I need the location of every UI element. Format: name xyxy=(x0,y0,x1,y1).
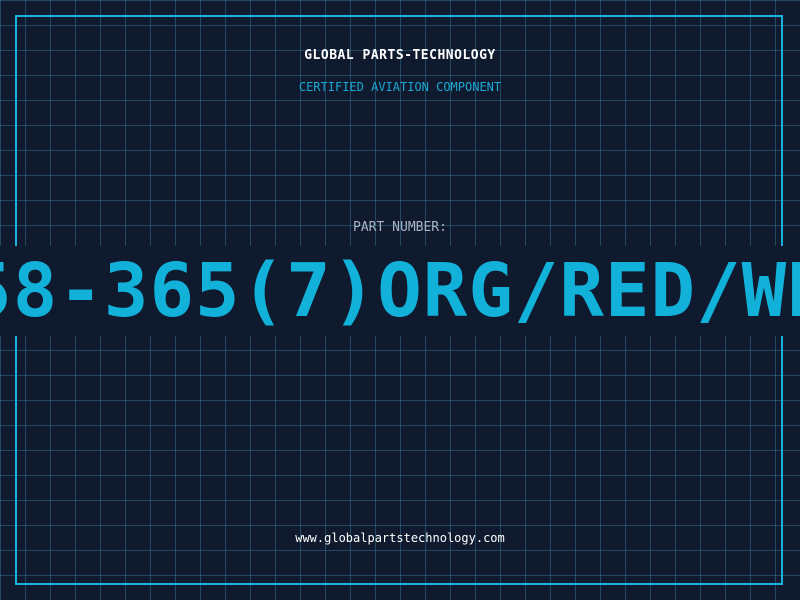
certificate-card: GLOBAL PARTS-TECHNOLOGY CERTIFIED AVIATI… xyxy=(0,0,800,600)
certification-subtitle: CERTIFIED AVIATION COMPONENT xyxy=(298,80,502,94)
company-name: GLOBAL PARTS-TECHNOLOGY xyxy=(304,48,496,63)
part-number-value: M39029/58-365(7)ORG/RED/WHTSTRIPE xyxy=(0,248,800,334)
part-number-label: PART NUMBER: xyxy=(353,220,447,235)
website-url: www.globalpartstechnology.com xyxy=(295,531,505,545)
part-number-band: M39029/58-365(7)ORG/RED/WHTSTRIPE xyxy=(0,246,800,336)
